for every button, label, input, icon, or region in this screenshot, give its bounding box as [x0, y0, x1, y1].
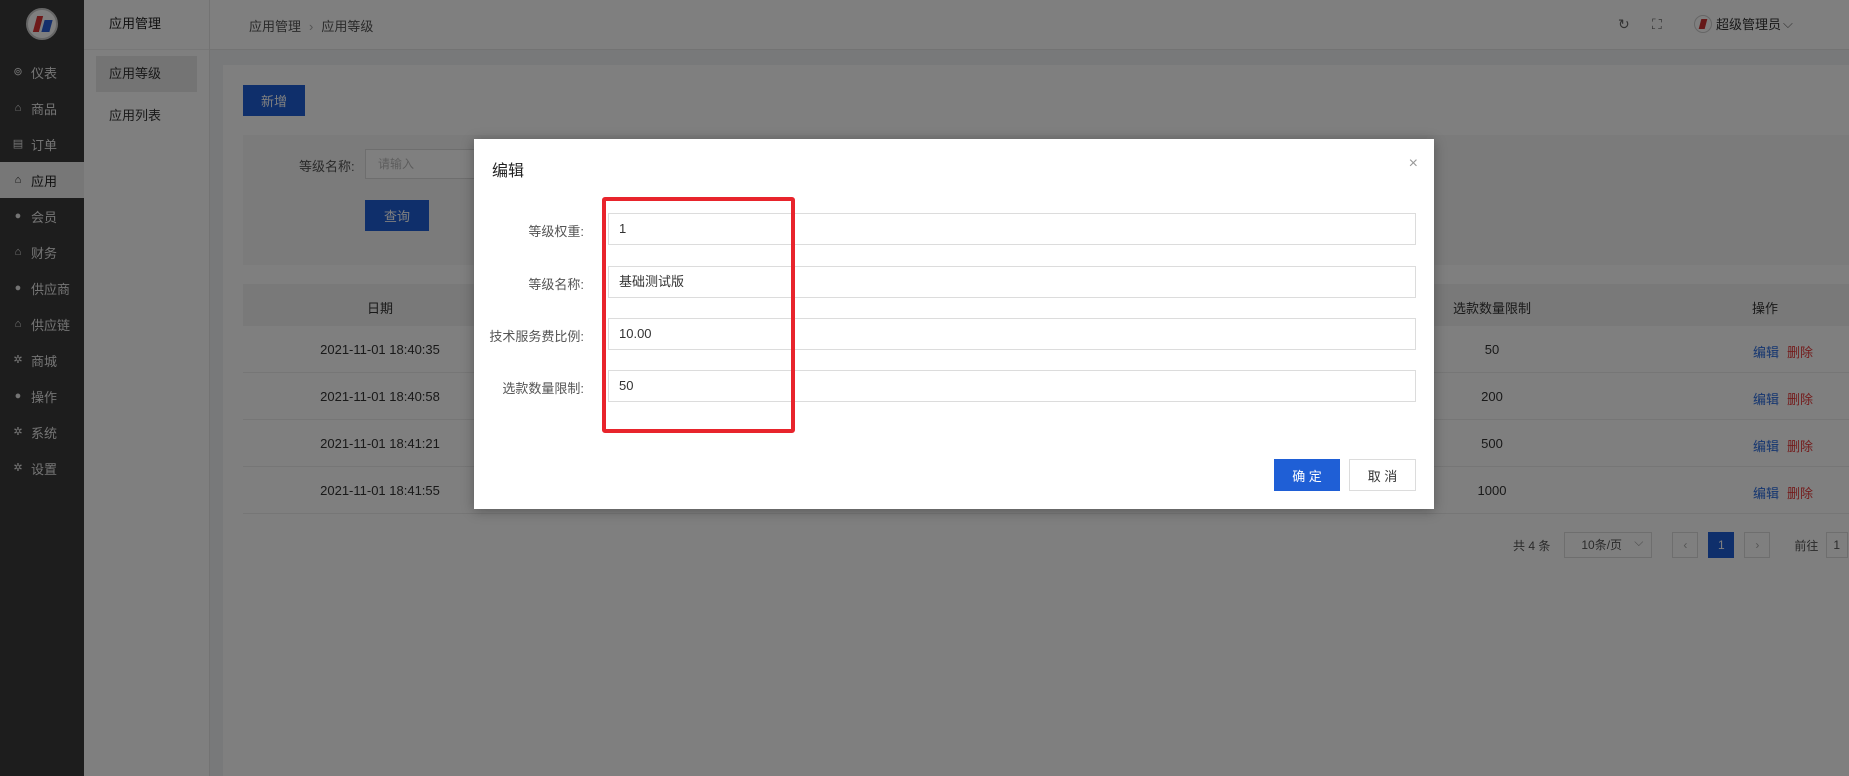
- highlight-box: [602, 197, 795, 433]
- field-label-selection-limit: 选款数量限制:: [502, 381, 584, 396]
- cancel-button[interactable]: 取 消: [1349, 459, 1416, 491]
- field-label-level-name: 等级名称:: [528, 277, 584, 292]
- close-icon[interactable]: ×: [1409, 155, 1418, 173]
- field-label-service-fee: 技术服务费比例:: [489, 329, 584, 344]
- confirm-button[interactable]: 确 定: [1274, 459, 1340, 491]
- field-label-weight: 等级权重:: [528, 224, 584, 239]
- dialog-title: 编辑: [492, 163, 525, 180]
